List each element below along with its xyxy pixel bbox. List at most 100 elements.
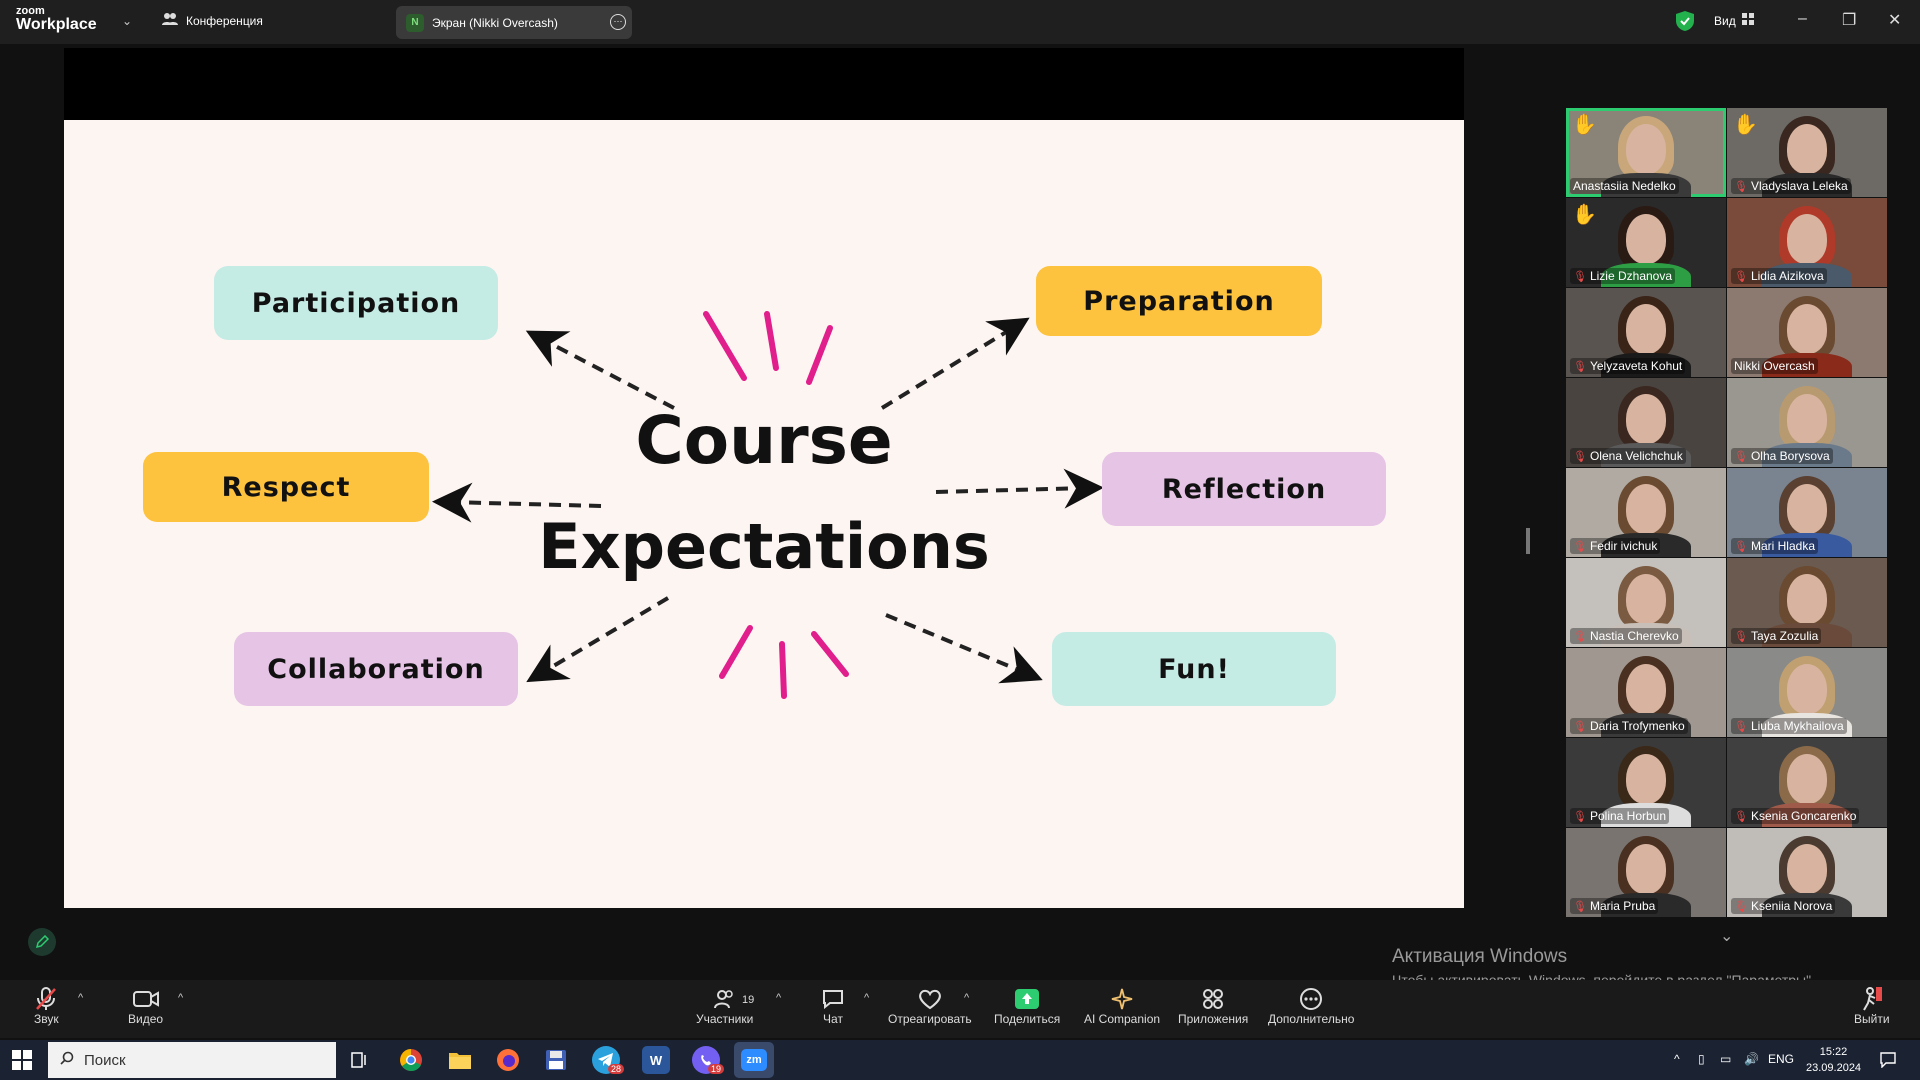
participant-tile[interactable]: 🎙 Kseniia Norova — [1727, 828, 1887, 917]
restore-icon[interactable]: ❐ — [1842, 10, 1856, 30]
mic-muted-icon: 🎙 — [1734, 180, 1748, 193]
participant-face — [1787, 124, 1827, 174]
participant-name-label: 🎙 Yelyzaveta Kohut — [1570, 358, 1686, 374]
audio-label: Звук — [34, 1012, 59, 1026]
shield-icon[interactable] — [1676, 11, 1694, 36]
word-icon[interactable]: W — [642, 1046, 670, 1074]
participant-name: Lidia Aizikova — [1750, 269, 1824, 283]
participant-tile[interactable]: 🎙 Taya Zozulia — [1727, 558, 1887, 647]
participant-name-label: 🎙 Olena Velichchuk — [1570, 448, 1686, 464]
pill-fun: Fun! — [1052, 632, 1336, 706]
participant-tile[interactable]: 🎙 Nastia Cherevko — [1566, 558, 1726, 647]
react-caret-icon[interactable]: ^ — [964, 992, 969, 1004]
participant-face — [1626, 214, 1666, 264]
zoom-taskbar-button[interactable]: zm — [734, 1042, 774, 1078]
slide-title-line2: Expectations — [538, 510, 990, 583]
share-button[interactable]: Поделиться — [994, 986, 1060, 1026]
audio-button[interactable]: Звук — [34, 986, 59, 1026]
participant-face — [1787, 304, 1827, 354]
participant-tile[interactable]: Nikki Overcash — [1727, 288, 1887, 377]
chat-button[interactable]: Чат — [822, 986, 844, 1026]
participant-name-label: Anastasiia Nedelko — [1570, 178, 1679, 194]
participant-tile[interactable]: 🎙 Fedir ivichuk — [1566, 468, 1726, 557]
participant-face — [1626, 394, 1666, 444]
participant-face — [1787, 664, 1827, 714]
task-view-icon[interactable] — [346, 1046, 374, 1074]
participant-tile[interactable]: 🎙 Mari Hladka — [1727, 468, 1887, 557]
leave-button[interactable]: Выйти — [1854, 986, 1890, 1026]
arrow-reflection — [935, 468, 1104, 509]
chevron-down-icon[interactable]: ⌄ — [122, 14, 132, 28]
participant-face — [1787, 394, 1827, 444]
participant-face — [1626, 124, 1666, 174]
meeting-info-button[interactable]: Конференция — [162, 12, 263, 29]
participant-name-label: 🎙 Lizie Dzhanova — [1570, 268, 1676, 284]
apps-button[interactable]: Приложения — [1178, 986, 1248, 1026]
participant-tile[interactable]: 🎙 Lidia Aizikova — [1727, 198, 1887, 287]
file-explorer-icon[interactable] — [446, 1046, 474, 1074]
firefox-icon[interactable] — [494, 1046, 522, 1074]
participants-caret-icon[interactable]: ^ — [776, 992, 781, 1004]
pencil-icon[interactable] — [28, 928, 56, 956]
meeting-label: Конференция — [186, 13, 263, 28]
zoom-logo[interactable]: zoom Workplace — [16, 6, 97, 33]
taskbar-search-input[interactable]: Поиск — [48, 1042, 336, 1078]
participants-button[interactable]: Участники — [696, 986, 753, 1026]
react-button[interactable]: Отреагировать — [888, 986, 972, 1026]
close-icon[interactable]: ✕ — [1888, 10, 1901, 30]
clock-time: 15:22 — [1819, 1046, 1848, 1058]
chrome-icon[interactable] — [397, 1046, 425, 1074]
mic-muted-icon: 🎙 — [1734, 540, 1748, 553]
participant-face — [1626, 664, 1666, 714]
participant-face — [1787, 754, 1827, 804]
participant-tile[interactable]: 🎙 Polina Horbun — [1566, 738, 1726, 827]
video-label: Видео — [128, 1012, 164, 1026]
participant-tile[interactable]: 🎙 Yelyzaveta Kohut — [1566, 288, 1726, 377]
presentation-slide: Participation Preparation Respect Reflec… — [64, 120, 1464, 908]
language-indicator[interactable]: ENG — [1768, 1052, 1794, 1066]
participant-face — [1787, 214, 1827, 264]
participant-tile[interactable]: 🎙 Ksenia Goncarenko — [1727, 738, 1887, 827]
mic-muted-icon: 🎙 — [1734, 630, 1748, 643]
participant-tile[interactable]: ✋ 🎙 Vladyslava Leleka — [1727, 108, 1887, 197]
view-button[interactable]: Вид — [1714, 13, 1754, 28]
arrow-participation — [525, 330, 675, 410]
participant-tile[interactable]: 🎙 Daria Trofymenko — [1566, 648, 1726, 737]
resize-handle[interactable] — [1526, 528, 1530, 554]
tray-expand-icon[interactable]: ^ — [1674, 1052, 1680, 1066]
windows-start-icon[interactable] — [12, 1050, 32, 1075]
participant-tile[interactable]: 🎙 Maria Pruba — [1566, 828, 1726, 917]
view-label: Вид — [1714, 13, 1736, 28]
screen-share-tab[interactable]: N Экран (Nikki Overcash) ··· — [396, 6, 632, 39]
battery-icon[interactable]: ▯ — [1698, 1052, 1705, 1066]
participant-tile[interactable]: 🎙 Olena Velichchuk — [1566, 378, 1726, 467]
windows-taskbar: Поиск 28 W 19 zm ^ ▯ ▭ 🔊 ENG 15:22 23.09… — [0, 1040, 1920, 1080]
participant-name-label: 🎙 Polina Horbun — [1570, 808, 1670, 824]
video-caret-icon[interactable]: ^ — [178, 992, 183, 1004]
mic-muted-icon: 🎙 — [1573, 450, 1587, 463]
leave-label: Выйти — [1854, 1012, 1890, 1026]
video-button[interactable]: Видео — [128, 986, 163, 1026]
gallery-scroll-down-icon[interactable]: ⌄ — [1720, 926, 1733, 946]
chat-caret-icon[interactable]: ^ — [864, 992, 869, 1004]
save-app-icon[interactable] — [542, 1046, 570, 1074]
participant-name-label: 🎙 Lidia Aizikova — [1731, 268, 1827, 284]
participant-face — [1787, 484, 1827, 534]
share-screen-icon — [1015, 986, 1040, 1012]
network-icon[interactable]: ▭ — [1720, 1052, 1731, 1066]
participant-tile[interactable]: ✋ 🎙 Lizie Dzhanova — [1566, 198, 1726, 287]
ai-companion-button[interactable]: AI Companion — [1084, 986, 1160, 1026]
volume-icon[interactable]: 🔊 — [1744, 1052, 1759, 1066]
notifications-icon[interactable] — [1880, 1052, 1896, 1071]
more-button[interactable]: Дополнительно — [1268, 986, 1354, 1026]
participant-tile[interactable]: ✋ Anastasiia Nedelko — [1566, 108, 1726, 197]
arrow-respect — [432, 482, 602, 523]
participant-tile[interactable]: 🎙 Olha Borysova — [1727, 378, 1887, 467]
minimize-icon[interactable]: – — [1798, 10, 1807, 28]
apps-label: Приложения — [1178, 1012, 1249, 1026]
taskbar-clock[interactable]: 15:22 23.09.2024 — [1806, 1044, 1861, 1076]
more-options-icon[interactable]: ··· — [610, 14, 626, 30]
audio-caret-icon[interactable]: ^ — [78, 992, 83, 1004]
participant-name-label: 🎙 Nastia Cherevko — [1570, 628, 1682, 644]
participant-tile[interactable]: 🎙 Liuba Mykhailova — [1727, 648, 1887, 737]
